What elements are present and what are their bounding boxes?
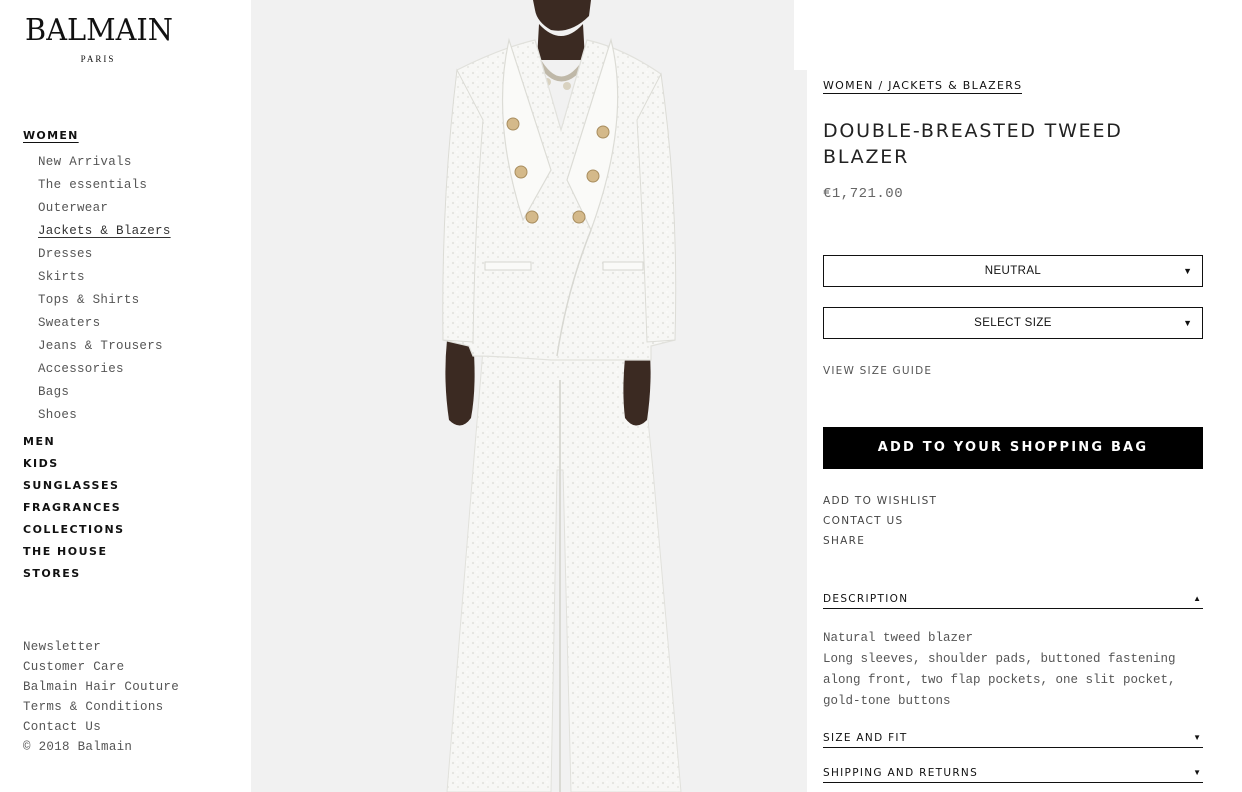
subnav-item[interactable]: Bags xyxy=(38,381,171,404)
copyright: © 2018 Balmain xyxy=(23,740,133,754)
size-fit-header: SIZE AND FIT xyxy=(823,732,908,744)
triangle-down-icon: ▼ xyxy=(1193,768,1201,777)
footer-link-contact[interactable]: Contact Us xyxy=(23,717,179,737)
footer-link-hair-couture[interactable]: Balmain Hair Couture xyxy=(23,677,179,697)
color-select-value: NEUTRAL xyxy=(984,265,1042,277)
main-nav-item[interactable]: STORES xyxy=(23,563,125,585)
subnav-item[interactable]: Dresses xyxy=(38,243,171,266)
add-to-wishlist-link[interactable]: ADD TO WISHLIST xyxy=(823,491,937,511)
subnav-item[interactable]: Jackets & Blazers xyxy=(38,220,171,243)
subnav-item[interactable]: The essentials xyxy=(38,174,171,197)
subnav-item[interactable]: Shoes xyxy=(38,404,171,427)
women-subnav: New Arrivals The essentials Outerwear Jacke… xyxy=(38,151,171,427)
triangle-up-icon: ▲ xyxy=(1193,594,1201,603)
share-link[interactable]: SHARE xyxy=(823,531,937,551)
shipping-header: SHIPPING AND RETURNS xyxy=(823,767,979,779)
product-price: €1,721.00 xyxy=(823,186,904,202)
description-body: Natural tweed blazer Long sleeves, shoul… xyxy=(823,628,1203,712)
color-select[interactable]: NEUTRAL ▼ xyxy=(823,255,1203,287)
subnav-item[interactable]: Skirts xyxy=(38,266,171,289)
contact-us-link[interactable]: CONTACT US xyxy=(823,511,937,531)
subnav-item[interactable]: Accessories xyxy=(38,358,171,381)
sidebar: BALMAIN PARIS WOMEN New Arrivals The esse… xyxy=(0,0,251,792)
main-nav-item[interactable]: KIDS xyxy=(23,453,125,475)
description-accordion[interactable]: DESCRIPTION ▲ xyxy=(823,593,1203,609)
main-nav-item[interactable]: SUNGLASSES xyxy=(23,475,125,497)
triangle-down-icon: ▼ xyxy=(1193,733,1201,742)
main-nav: MEN KIDS SUNGLASSES FRAGRANCES COLLECTIONS TH… xyxy=(23,431,125,585)
footer-link-terms[interactable]: Terms & Conditions xyxy=(23,697,179,717)
subnav-item[interactable]: Jeans & Trousers xyxy=(38,335,171,358)
model-figure xyxy=(442,0,682,792)
shipping-accordion[interactable]: SHIPPING AND RETURNS ▼ xyxy=(823,767,1203,783)
main-nav-item[interactable]: FRAGRANCES xyxy=(23,497,125,519)
main-nav-item[interactable]: MEN xyxy=(23,431,125,453)
product-actions: ADD TO WISHLIST CONTACT US SHARE xyxy=(823,491,937,551)
subnav-item[interactable]: New Arrivals xyxy=(38,151,171,174)
breadcrumb[interactable]: WOMEN / JACKETS & BLAZERS xyxy=(823,79,1023,94)
product-image[interactable] xyxy=(251,0,807,792)
size-guide-link[interactable]: VIEW SIZE GUIDE xyxy=(823,365,932,377)
footer-link-newsletter[interactable]: Newsletter xyxy=(23,637,179,657)
description-line: Long sleeves, shoulder pads, buttoned fa… xyxy=(823,652,1176,708)
brand-name: BALMAIN xyxy=(25,13,173,48)
footer-nav: Newsletter Customer Care Balmain Hair Co… xyxy=(23,637,179,757)
description-line: Natural tweed blazer xyxy=(823,631,974,645)
size-select-value: SELECT SIZE xyxy=(974,317,1052,329)
description-header: DESCRIPTION xyxy=(823,593,909,605)
size-select[interactable]: SELECT SIZE ▼ xyxy=(823,307,1203,339)
add-to-bag-button[interactable]: ADD TO YOUR SHOPPING BAG xyxy=(823,427,1203,469)
subnav-item[interactable]: Tops & Shirts xyxy=(38,289,171,312)
main-nav-item[interactable]: COLLECTIONS xyxy=(23,519,125,541)
footer-link-customer-care[interactable]: Customer Care xyxy=(23,657,179,677)
brand-sub: PARIS xyxy=(80,54,116,64)
subnav-item[interactable]: Outerwear xyxy=(38,197,171,220)
triangle-down-icon: ▼ xyxy=(1183,318,1192,328)
main-nav-item[interactable]: THE HOUSE xyxy=(23,541,125,563)
nav-women[interactable]: WOMEN xyxy=(23,129,79,142)
product-title: DOUBLE-BREASTED TWEED BLAZER xyxy=(823,120,1123,168)
subnav-item[interactable]: Sweaters xyxy=(38,312,171,335)
brand-logo[interactable]: BALMAIN PARIS xyxy=(22,13,174,65)
size-fit-accordion[interactable]: SIZE AND FIT ▼ xyxy=(823,732,1203,748)
triangle-down-icon: ▼ xyxy=(1183,266,1192,276)
